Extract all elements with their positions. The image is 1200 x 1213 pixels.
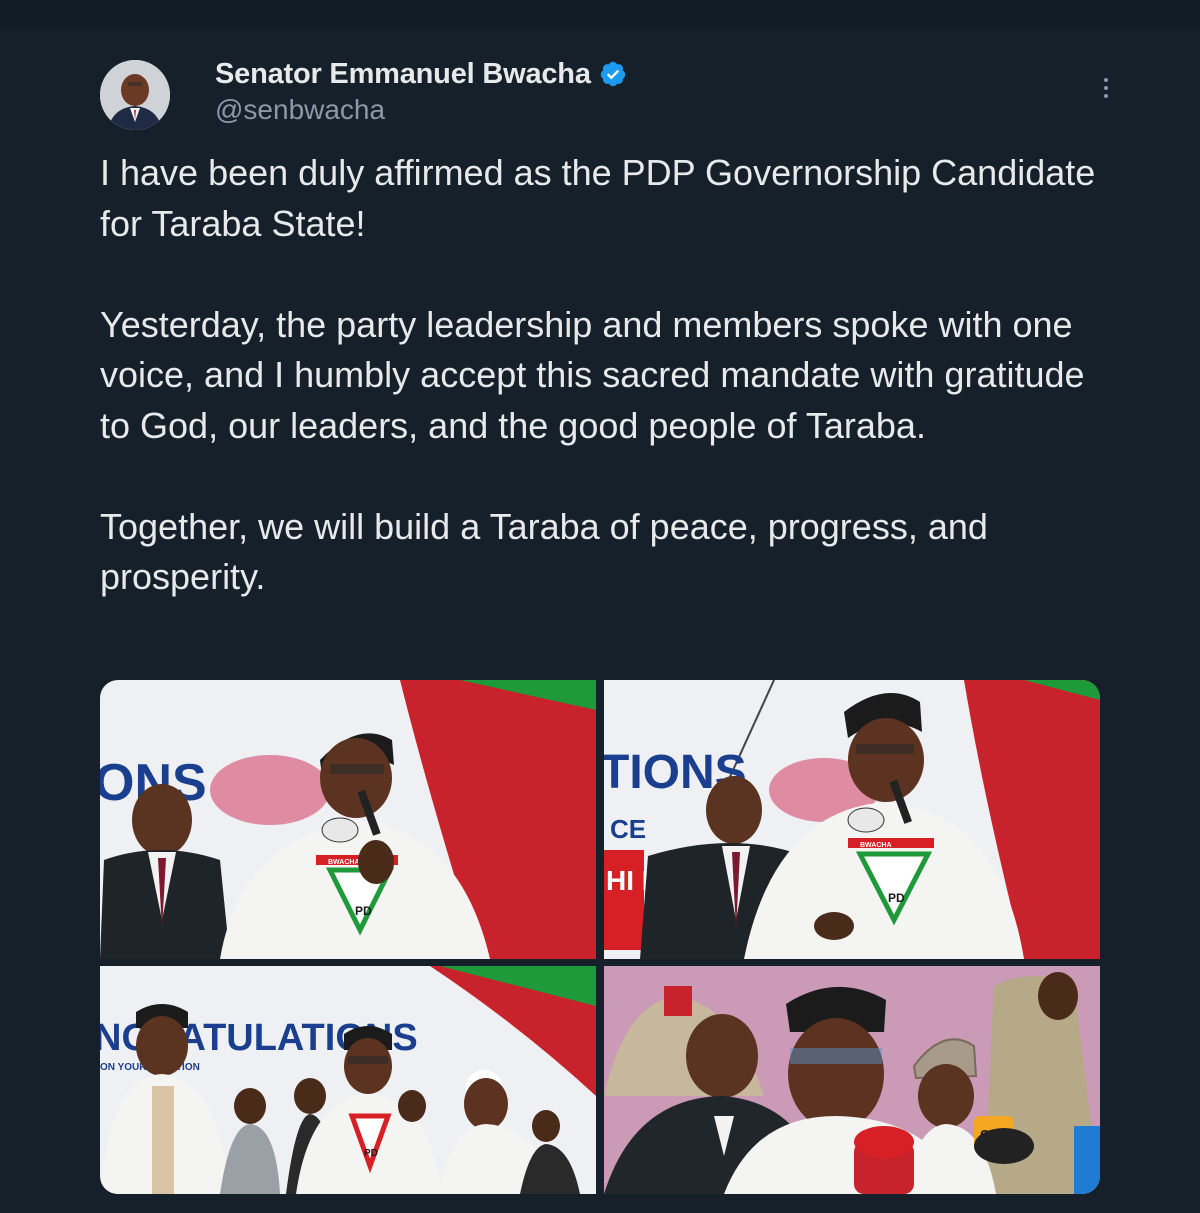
photo-3-emblem-text: PD (364, 1148, 378, 1159)
photo-3[interactable]: NGRATULATIONS ON YOUR ELECTION PD (100, 966, 596, 1194)
tweet[interactable]: Senator Emmanuel Bwacha @senbwacha I hav… (0, 30, 1200, 1213)
photo-2[interactable]: TIONS CE HI R BWACHA PD (604, 680, 1100, 959)
photo-4[interactable]: CNN (604, 966, 1100, 1194)
photo-2-emblem-text: PD (888, 891, 905, 905)
tweet-text: I have been duly affirmed as the PDP Gov… (100, 152, 1096, 597)
handle[interactable]: @senbwacha (215, 94, 385, 126)
display-name[interactable]: Senator Emmanuel Bwacha (215, 58, 591, 91)
avatar-image (100, 60, 170, 130)
photo-4-image: CNN (604, 966, 1100, 1194)
avatar[interactable] (100, 60, 170, 130)
photo-2-banner-sub: CE (610, 814, 646, 844)
photo-3-image: NGRATULATIONS ON YOUR ELECTION PD (100, 966, 596, 1194)
photo-2-garment-text: BWACHA (860, 842, 892, 849)
verified-badge-icon (600, 61, 625, 87)
more-options-icon[interactable] (1090, 72, 1122, 104)
photo-1[interactable]: ONS BWACHA PD (100, 680, 596, 959)
photo-1-garment-text: BWACHA (328, 859, 360, 866)
media-grid: ONS BWACHA PD TIONS CE HI R BWACHA PD NG… (100, 680, 1100, 1194)
author-row: Senator Emmanuel Bwacha (215, 56, 627, 92)
photo-1-emblem-text: PD (355, 904, 372, 918)
photo-1-image: ONS BWACHA PD (100, 680, 596, 959)
photo-2-image: TIONS CE HI R BWACHA PD (604, 680, 1100, 959)
status-bar (0, 0, 1200, 30)
